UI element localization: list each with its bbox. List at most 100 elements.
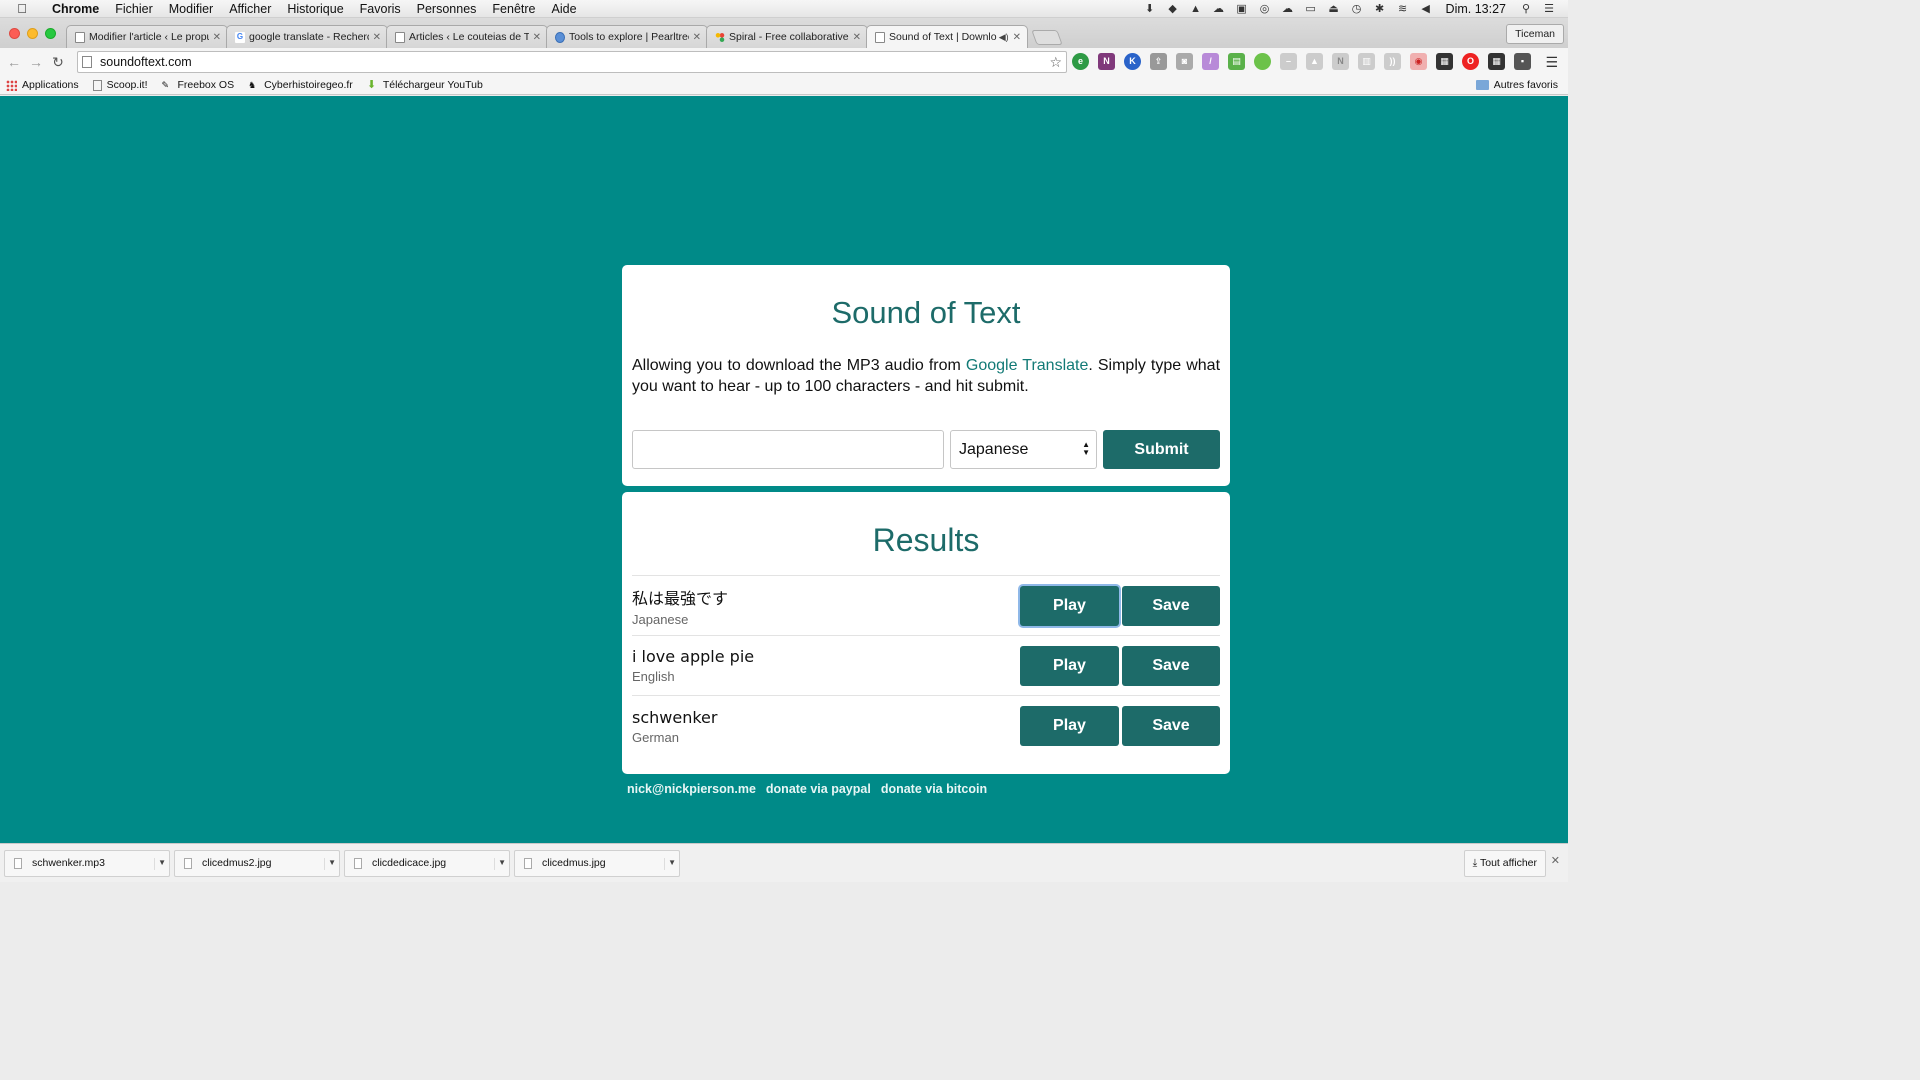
menu-personnes[interactable]: Personnes xyxy=(409,2,485,16)
drive-icon[interactable]: ▲ xyxy=(1189,3,1203,15)
bitcoin-donate-link[interactable]: donate via bitcoin xyxy=(881,782,987,796)
share-icon[interactable]: ⇪ xyxy=(1150,53,1167,70)
show-all-label: Tout afficher xyxy=(1479,857,1537,869)
sync-icon[interactable]: ◎ xyxy=(1258,3,1272,15)
close-tab-icon[interactable]: ✕ xyxy=(853,32,861,43)
menu-modifier[interactable]: Modifier xyxy=(161,2,221,16)
chevron-down-icon[interactable]: ▼ xyxy=(664,857,676,870)
results-title: Results xyxy=(632,492,1220,576)
drive-extension-icon[interactable]: ▲ xyxy=(1306,53,1323,70)
clock[interactable]: Dim. 13:27 xyxy=(1442,2,1510,16)
print-icon[interactable]: ▤ xyxy=(1228,53,1245,70)
onenote-icon[interactable]: N xyxy=(1098,53,1115,70)
tab-pearltrees[interactable]: Tools to explore | Pearltree ✕ xyxy=(546,25,708,48)
n-extension-icon[interactable]: N xyxy=(1332,53,1349,70)
printer-icon[interactable]: ▥ xyxy=(1358,53,1375,70)
bookmark-applications[interactable]: Applications xyxy=(6,79,79,91)
rss-icon[interactable]: )) xyxy=(1384,53,1401,70)
reload-icon[interactable]: ↻ xyxy=(47,54,69,71)
play-button[interactable]: Play xyxy=(1020,585,1119,626)
chevron-down-icon[interactable]: ▼ xyxy=(324,857,336,870)
cyberhistoire-icon: ♞ xyxy=(248,79,257,90)
new-tab-button[interactable] xyxy=(1031,30,1063,45)
close-tab-icon[interactable]: ✕ xyxy=(533,32,541,43)
bookmark-other-favorites[interactable]: Autres favoris xyxy=(1475,79,1558,91)
download-item[interactable]: clicedmus.jpg ▼ xyxy=(514,849,680,877)
box-icon[interactable]: ▣ xyxy=(1235,3,1249,15)
wifi-icon[interactable]: ≋ xyxy=(1396,3,1410,15)
google-translate-link[interactable]: Google Translate xyxy=(966,357,1088,374)
play-button[interactable]: Play xyxy=(1020,706,1119,746)
cloud-icon[interactable]: ☁ xyxy=(1212,3,1226,15)
volume-icon[interactable]: ◀ xyxy=(1419,3,1433,15)
minimize-window-button[interactable] xyxy=(27,28,38,39)
time-machine-icon[interactable]: ◷ xyxy=(1350,3,1364,15)
paypal-donate-link[interactable]: donate via paypal xyxy=(766,782,871,796)
download-item[interactable]: schwenker.mp3 ▼ xyxy=(4,849,170,877)
forward-arrow-icon[interactable]: → xyxy=(25,54,47,70)
save-button[interactable]: Save xyxy=(1122,706,1220,746)
save-button[interactable]: Save xyxy=(1122,645,1220,686)
close-tab-icon[interactable]: ✕ xyxy=(693,32,701,43)
menu-afficher[interactable]: Afficher xyxy=(221,2,279,16)
close-tab-icon[interactable]: ✕ xyxy=(213,32,221,43)
chevron-down-icon[interactable]: ▼ xyxy=(154,857,166,870)
tab-articles[interactable]: Articles ‹ Le couteias de T ✕ xyxy=(386,25,548,48)
text-input[interactable] xyxy=(632,430,944,469)
broadcast-icon[interactable]: ◉ xyxy=(1410,53,1427,70)
description-text: Allowing you to download the MP3 audio f… xyxy=(632,357,966,374)
close-tab-icon[interactable]: ✕ xyxy=(373,32,381,43)
close-tab-icon[interactable]: ✕ xyxy=(1013,32,1021,43)
qr-code-icon[interactable]: ▦ xyxy=(1436,53,1453,70)
notification-center-icon[interactable]: ☰ xyxy=(1542,3,1556,15)
cloud-sync-icon[interactable]: ☁ xyxy=(1281,3,1295,15)
bluetooth-icon[interactable]: ✱ xyxy=(1373,3,1387,15)
show-all-downloads-button[interactable]: ⤓ Tout afficher xyxy=(1463,850,1546,877)
tab-modifier-article[interactable]: Modifier l'article ‹ Le propu ✕ xyxy=(66,25,228,48)
tab-google-translate[interactable]: G google translate - Recherc ✕ xyxy=(226,25,388,48)
menu-aide[interactable]: Aide xyxy=(544,2,585,16)
play-button[interactable]: Play xyxy=(1020,645,1119,686)
download-item[interactable]: clicedmus2.jpg ▼ xyxy=(174,849,340,877)
chrome-menu-icon[interactable]: ☰ xyxy=(1545,54,1558,71)
submit-button[interactable]: Submit xyxy=(1103,430,1220,469)
save-button[interactable]: Save xyxy=(1122,585,1220,626)
menu-historique[interactable]: Historique xyxy=(279,2,351,16)
bookmark-scoopit[interactable]: Scoop.it! xyxy=(92,79,147,91)
dropbox-icon[interactable]: ◆ xyxy=(1166,3,1180,15)
bookmark-freebox[interactable]: ✎ Freebox OS xyxy=(161,79,234,91)
chevron-down-icon[interactable]: ▼ xyxy=(494,857,506,870)
pen-icon[interactable]: / xyxy=(1202,53,1219,70)
menu-favoris[interactable]: Favoris xyxy=(352,2,409,16)
airplay-icon[interactable]: ▭ xyxy=(1304,3,1318,15)
email-link[interactable]: nick@nickpierson.me xyxy=(627,782,756,796)
close-shelf-icon[interactable]: ✕ xyxy=(1551,854,1560,867)
apple-menu-icon[interactable]:  xyxy=(0,1,44,16)
bookmark-cyberhistoiregeo[interactable]: ♞ Cyberhistoiregeo.fr xyxy=(248,79,353,91)
menu-fichier[interactable]: Fichier xyxy=(107,2,161,16)
bookmark-youtube-downloader[interactable]: ⬇ Téléchargeur YouTub xyxy=(367,79,483,91)
close-window-button[interactable] xyxy=(9,28,20,39)
screen-icon[interactable]: ▪ xyxy=(1514,53,1531,70)
download-item[interactable]: clicdedicace.jpg ▼ xyxy=(344,849,510,877)
green-dot-icon[interactable] xyxy=(1254,53,1271,70)
profile-button[interactable]: Ticeman xyxy=(1506,24,1564,44)
back-arrow-icon[interactable]: ← xyxy=(3,54,25,70)
tab-sound-of-text[interactable]: Sound of Text | Downlo ◀) ✕ xyxy=(866,25,1028,48)
address-bar[interactable]: soundoftext.com ☆ xyxy=(77,51,1067,73)
k-extension-icon[interactable]: K xyxy=(1124,53,1141,70)
qr-code-icon[interactable]: ▦ xyxy=(1488,53,1505,70)
opera-icon[interactable]: O xyxy=(1462,53,1479,70)
spotlight-search-icon[interactable]: ⚲ xyxy=(1519,3,1533,15)
zoom-window-button[interactable] xyxy=(45,28,56,39)
bookmark-star-icon[interactable]: ☆ xyxy=(1049,54,1062,71)
language-select[interactable]: Japanese ▲ ▼ xyxy=(950,430,1097,469)
evernote-icon[interactable]: e xyxy=(1072,53,1089,70)
tab-spiral[interactable]: Spiral - Free collaborative ✕ xyxy=(706,25,868,48)
menu-fenetre[interactable]: Fenêtre xyxy=(484,2,543,16)
download-status-icon[interactable]: ⬇ xyxy=(1143,3,1157,15)
menu-app-chrome[interactable]: Chrome xyxy=(44,2,107,16)
camera-icon[interactable]: ◙ xyxy=(1176,53,1193,70)
dash-icon[interactable]: – xyxy=(1280,53,1297,70)
eject-icon[interactable]: ⏏ xyxy=(1327,3,1341,15)
